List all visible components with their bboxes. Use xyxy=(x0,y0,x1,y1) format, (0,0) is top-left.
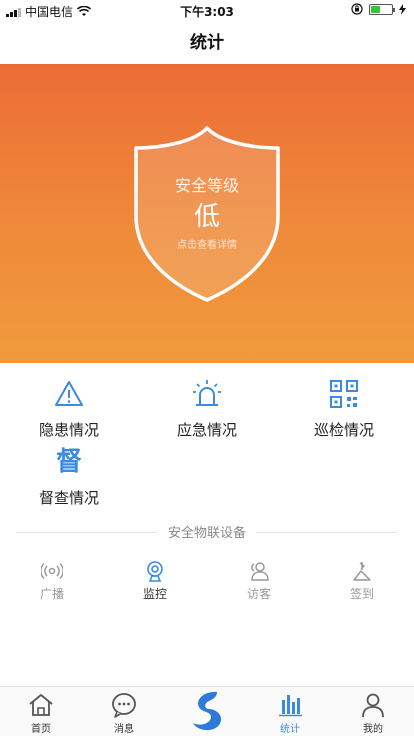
tab-profile-label: 我的 xyxy=(363,724,383,735)
iot-tabs: 广播 监控 访客 签到 xyxy=(0,560,414,604)
tab-profile[interactable]: 我的 xyxy=(332,687,414,736)
emergency-status-item[interactable]: 应急情况 xyxy=(157,377,257,440)
iot-tab-signin[interactable]: 签到 xyxy=(322,560,402,602)
tab-messages-label: 消息 xyxy=(114,724,134,735)
alarm-light-icon xyxy=(193,380,221,406)
orientation-lock-icon xyxy=(351,3,363,15)
shield-title: 安全等级 xyxy=(174,176,239,195)
safety-level-shield[interactable]: 安全等级 低 点击查看详情 xyxy=(132,124,282,304)
tab-app-logo[interactable] xyxy=(166,687,248,736)
supervision-status-item[interactable]: 督 督查情况 xyxy=(19,445,119,508)
status-right xyxy=(351,3,406,15)
hazard-status-label: 隐患情况 xyxy=(38,421,99,439)
bottom-tabbar: 首页 消息 统计 我的 xyxy=(0,686,414,736)
tab-home-label: 首页 xyxy=(31,724,51,735)
visitors-icon xyxy=(251,562,269,581)
stats-icon xyxy=(279,695,302,717)
user-icon xyxy=(362,693,384,718)
broadcast-icon xyxy=(41,562,63,580)
safety-level-value: 低 xyxy=(193,202,220,232)
iot-tab-broadcast[interactable]: 广播 xyxy=(12,560,92,602)
iot-tab-monitor[interactable]: 监控 xyxy=(115,560,195,602)
message-icon xyxy=(112,693,136,718)
tab-stats-label: 统计 xyxy=(280,724,300,735)
du-character-icon: 督 xyxy=(55,447,82,477)
camera-icon xyxy=(147,561,163,582)
iot-tab-visitors[interactable]: 访客 xyxy=(219,560,299,602)
battery-icon xyxy=(369,3,395,15)
inspection-status-item[interactable]: 巡检情况 xyxy=(294,377,394,440)
safety-hero: 安全等级 低 点击查看详情 xyxy=(0,64,414,363)
supervision-status-label: 督查情况 xyxy=(38,489,99,507)
hazard-status-item[interactable]: 隐患情况 xyxy=(19,377,119,440)
status-bar: 中国电信 下午3:03 xyxy=(0,0,414,22)
tab-home[interactable]: 首页 xyxy=(0,687,82,736)
emergency-status-label: 应急情况 xyxy=(176,421,237,439)
iot-tab-monitor-label: 监控 xyxy=(142,587,167,601)
iot-tab-signin-label: 签到 xyxy=(349,587,374,601)
iot-tab-visitors-label: 访客 xyxy=(246,587,271,601)
warning-icon xyxy=(55,381,83,406)
page-title: 统计 xyxy=(190,33,224,53)
app-logo-icon xyxy=(193,691,222,731)
iot-section-header: 安全物联设备 xyxy=(16,522,398,542)
tab-stats[interactable]: 统计 xyxy=(249,687,331,736)
home-icon xyxy=(29,694,53,716)
charging-icon xyxy=(399,3,406,15)
sign-in-icon xyxy=(353,562,371,581)
battery-fill xyxy=(371,5,380,13)
iot-section-title: 安全物联设备 xyxy=(157,526,256,541)
section-title-wrap: 安全物联设备 xyxy=(16,522,398,541)
tab-messages[interactable]: 消息 xyxy=(83,687,165,736)
qr-code-icon xyxy=(330,380,358,408)
details-hint: 点击查看详情 xyxy=(177,240,237,251)
iot-tab-broadcast-label: 广播 xyxy=(39,587,64,601)
inspection-status-label: 巡检情况 xyxy=(313,421,374,439)
